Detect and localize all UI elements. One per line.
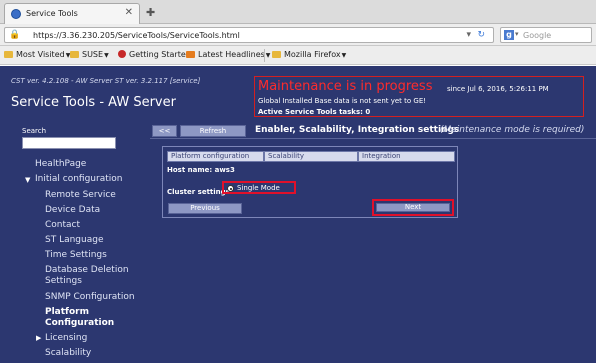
sidebar-item-device-data[interactable]: Device Data — [45, 205, 100, 215]
bookmark-label: Mozilla Firefox — [284, 50, 341, 59]
reload-icon[interactable]: ↻ — [477, 30, 485, 40]
browser-search-placeholder[interactable]: Google — [523, 31, 551, 40]
bookmark-label: Getting Started — [129, 50, 191, 59]
folder-icon — [272, 51, 281, 58]
sidebar-item-snmp-configuration[interactable]: SNMP Configuration — [45, 292, 135, 302]
sidebar-item-healthpage[interactable]: HealthPage — [35, 159, 86, 169]
maintenance-banner: Maintenance is in progress since Jul 6, … — [254, 76, 584, 117]
single-mode-radio[interactable] — [227, 185, 234, 192]
sidebar-item-time-settings[interactable]: Time Settings — [45, 250, 107, 260]
bookmarks-toolbar: Most Visited▼ SUSE▼ Getting Started Late… — [0, 46, 596, 65]
section-title: Enabler, Scalability, Integration settin… — [255, 125, 460, 135]
sidebar-item-licensing[interactable]: Licensing — [45, 333, 87, 343]
chevron-down-icon: ▼ — [341, 52, 347, 59]
address-bar[interactable]: 🔒 https://3.36.230.205/ServiceTools/Serv… — [4, 27, 494, 43]
address-bar-url[interactable]: https://3.36.230.205/ServiceTools/Servic… — [33, 31, 240, 40]
single-mode-label: Single Mode — [237, 184, 280, 192]
previous-button[interactable]: Previous — [168, 203, 242, 214]
chevron-down-icon: ▼ — [104, 52, 109, 59]
bookmark-label: SUSE — [82, 50, 104, 59]
browser-search-box[interactable]: g ▾ Google — [500, 27, 592, 43]
wizard-panel: Platform configuration Scalability Integ… — [162, 146, 458, 218]
folder-icon — [70, 51, 79, 58]
sidebar-item-platform[interactable]: Platform — [45, 307, 89, 317]
next-button[interactable]: Next — [376, 203, 450, 212]
maintenance-message: Global Installed Base data is not sent y… — [258, 97, 427, 105]
browser-tab-bar: Service Tools ✕ ✚ — [0, 0, 596, 24]
refresh-button[interactable]: Refresh — [180, 125, 246, 137]
maintenance-title: Maintenance is in progress — [258, 79, 433, 94]
cluster-settings-label: Cluster settings — [167, 188, 230, 196]
bookmark-mozilla-firefox[interactable]: Mozilla Firefox▼ — [272, 50, 346, 59]
bookmark-getting-started[interactable]: Getting Started — [118, 50, 191, 59]
new-tab-icon[interactable]: ✚ — [146, 6, 155, 19]
host-name: Host name: aws3 — [167, 166, 235, 174]
chevron-down-icon[interactable]: ▾ — [466, 30, 471, 40]
maintenance-since: since Jul 6, 2016, 5:26:11 PM — [447, 85, 549, 93]
sidebar-item-platform-configuration[interactable]: Configuration — [45, 318, 114, 328]
service-tools-page: CST ver. 4.2.108 - AW Server ST ver. 3.2… — [0, 66, 596, 363]
sidebar-search-label: Search — [22, 127, 47, 135]
folder-icon — [4, 51, 13, 58]
version-text: CST ver. 4.2.108 - AW Server ST ver. 3.2… — [11, 77, 201, 85]
bookmark-label: Most Visited — [16, 50, 65, 59]
header-divider — [150, 138, 596, 139]
next-button-highlight: Next — [372, 199, 454, 216]
bookmark-suse[interactable]: SUSE▼ — [70, 50, 109, 59]
service-tools-favicon-icon — [11, 9, 21, 19]
bookmark-latest-headlines[interactable]: Latest Headlines▼ — [186, 50, 270, 59]
close-tab-icon[interactable]: ✕ — [125, 7, 133, 18]
maintenance-required-note: (Maintenance mode is required) — [440, 125, 585, 135]
collapse-sidebar-button[interactable]: << — [152, 125, 177, 137]
single-mode-option[interactable]: Single Mode — [222, 181, 296, 194]
sidebar-item-database-deletion[interactable]: Database Deletion — [45, 265, 129, 275]
wizard-tabs: Platform configuration Scalability Integ… — [167, 151, 455, 162]
browser-tab-title: Service Tools — [26, 9, 78, 18]
sidebar-item-st-language[interactable]: ST Language — [45, 235, 104, 245]
firefox-icon — [118, 50, 126, 58]
sidebar-search-input[interactable] — [22, 137, 116, 149]
page-title: Service Tools - AW Server — [11, 95, 176, 110]
bookmark-label: Latest Headlines — [198, 50, 265, 59]
browser-tab[interactable]: Service Tools ✕ — [4, 3, 140, 24]
google-search-engine-icon[interactable]: g — [504, 30, 514, 40]
sidebar-item-contact[interactable]: Contact — [45, 220, 80, 230]
sidebar-item-database-deletion-settings[interactable]: Settings — [45, 276, 82, 286]
sidebar-item-initial-configuration[interactable]: Initial configuration — [35, 174, 122, 184]
active-tasks-count: Active Service Tools tasks: 0 — [258, 108, 371, 116]
bookmark-most-visited[interactable]: Most Visited▼ — [4, 50, 70, 59]
bookmarks-separator — [264, 49, 265, 62]
browser-nav-bar: 🔒 https://3.36.230.205/ServiceTools/Serv… — [0, 24, 596, 46]
sidebar-item-scalability[interactable]: Scalability — [45, 348, 91, 358]
tab-platform-configuration[interactable]: Platform configuration — [167, 151, 264, 162]
lock-icon: 🔒 — [9, 30, 21, 40]
chevron-down-icon: ▼ — [265, 52, 271, 59]
tab-scalability[interactable]: Scalability — [264, 151, 358, 162]
collapsed-triangle-icon[interactable]: ▶ — [36, 334, 41, 342]
sidebar-item-remote-service[interactable]: Remote Service — [45, 190, 116, 200]
search-engine-dropdown-icon[interactable]: ▾ — [515, 30, 519, 38]
expanded-triangle-icon[interactable]: ▼ — [25, 176, 30, 184]
rss-feed-icon — [186, 51, 195, 58]
tab-integration[interactable]: Integration — [358, 151, 455, 162]
